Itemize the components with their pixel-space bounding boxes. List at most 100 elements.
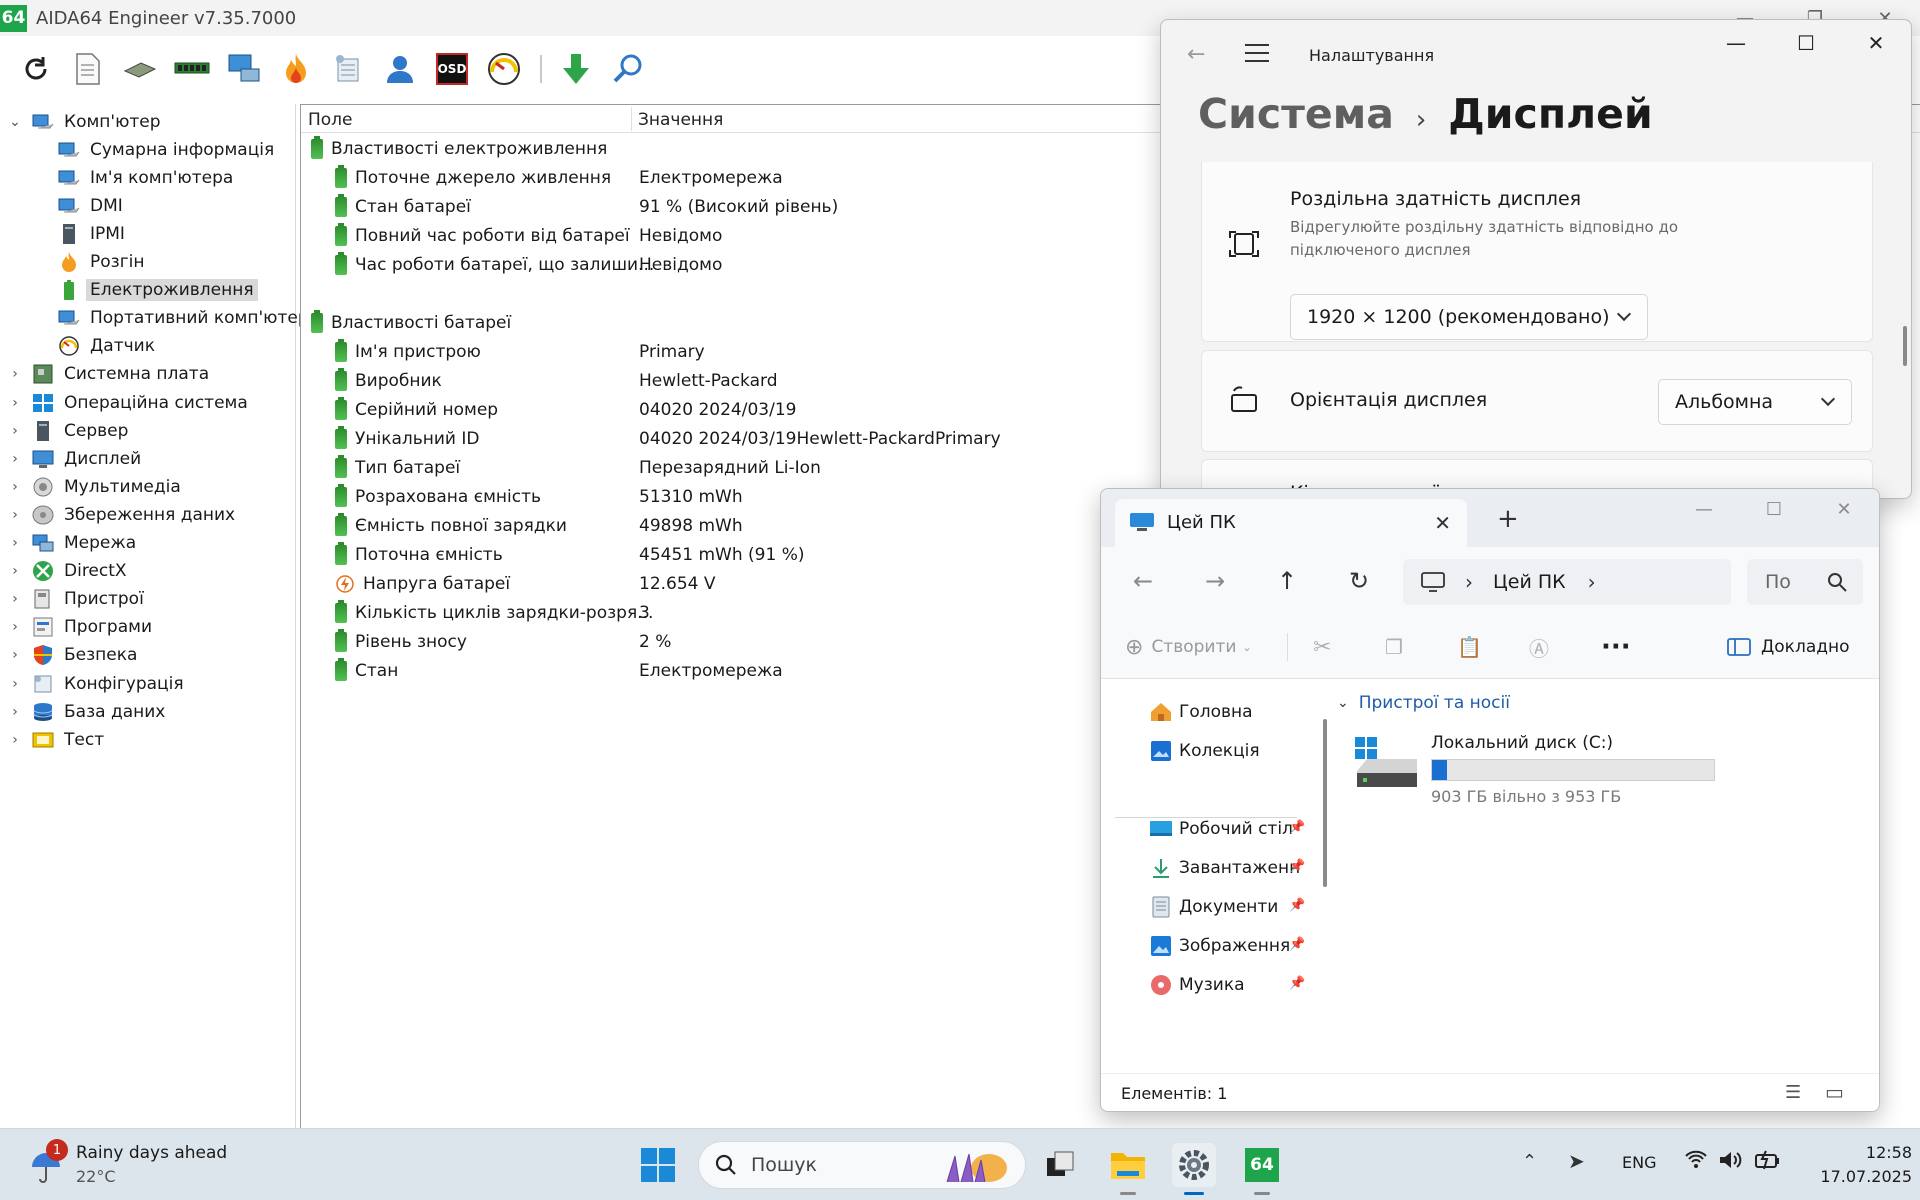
chevron-right-icon[interactable]: › bbox=[8, 507, 22, 523]
paste-icon[interactable]: 📋 bbox=[1457, 633, 1482, 661]
nav-item[interactable]: Робочий стіл bbox=[1149, 814, 1293, 844]
tree-item[interactable]: › Збереження даних bbox=[8, 501, 239, 528]
tree-item[interactable]: › Пристрої bbox=[8, 586, 148, 613]
column-separator[interactable] bbox=[631, 107, 632, 131]
location-icon[interactable]: ➤ bbox=[1568, 1149, 1585, 1173]
list-row[interactable]: Поточна ємність bbox=[335, 541, 503, 569]
tree-item[interactable]: › Мережа bbox=[8, 530, 140, 557]
list-row[interactable]: Стан батареї bbox=[335, 193, 471, 221]
chevron-right-icon[interactable]: › bbox=[8, 563, 22, 579]
explorer-tab[interactable]: Цей ПК ✕ bbox=[1115, 499, 1467, 547]
chevron-up-icon[interactable]: ⌃ bbox=[1522, 1151, 1537, 1172]
list-row[interactable]: Кількість циклів зарядки-розря... bbox=[335, 599, 653, 627]
tree-item[interactable]: Електроживлення bbox=[58, 277, 258, 304]
start-button[interactable] bbox=[636, 1143, 680, 1187]
maximize-button[interactable]: ☐ bbox=[1739, 489, 1809, 529]
forward-arrow-icon[interactable]: → bbox=[1201, 567, 1229, 595]
aida64-taskbar-button[interactable]: 64 bbox=[1240, 1143, 1284, 1195]
list-row[interactable]: Тип батареї bbox=[335, 454, 460, 482]
tree-item[interactable]: › Безпека bbox=[8, 642, 141, 669]
list-row[interactable]: Виробник bbox=[335, 367, 442, 395]
report-icon[interactable] bbox=[68, 49, 108, 89]
pin-icon[interactable]: 📌 bbox=[1289, 820, 1305, 835]
hamburger-menu-icon[interactable] bbox=[1245, 44, 1269, 64]
maximize-button[interactable]: ☐ bbox=[1771, 20, 1841, 66]
nav-item[interactable]: Документи bbox=[1149, 892, 1278, 922]
new-tab-button[interactable]: + bbox=[1497, 506, 1519, 532]
pin-icon[interactable]: 📌 bbox=[1289, 937, 1305, 952]
chevron-right-icon[interactable]: › bbox=[8, 676, 22, 692]
tree-item[interactable]: › Операційна система bbox=[8, 389, 252, 416]
tree-item[interactable]: Датчик bbox=[58, 333, 159, 360]
tree-item[interactable]: › Сервер bbox=[8, 417, 132, 444]
tree-item[interactable]: › Тест bbox=[8, 726, 108, 753]
search-box[interactable]: По bbox=[1747, 559, 1863, 605]
tree-item[interactable]: ⌄ Комп'ютер bbox=[8, 108, 165, 135]
tools-icon[interactable] bbox=[328, 49, 368, 89]
chevron-right-icon[interactable]: › bbox=[8, 395, 22, 411]
chevron-right-icon[interactable]: › bbox=[8, 704, 22, 720]
tree-item[interactable]: DMI bbox=[58, 192, 127, 219]
tree-item[interactable]: Портативний комп'ютер bbox=[58, 305, 313, 332]
nav-item[interactable]: Музика bbox=[1149, 970, 1245, 1000]
cut-icon[interactable]: ✂ bbox=[1313, 633, 1331, 661]
back-arrow-icon[interactable]: ← bbox=[1129, 567, 1157, 595]
chevron-right-icon[interactable]: › bbox=[8, 535, 22, 551]
rename-icon[interactable]: Ⓐ bbox=[1529, 633, 1549, 661]
chevron-right-icon[interactable]: › bbox=[8, 619, 22, 635]
close-tab-icon[interactable]: ✕ bbox=[1434, 511, 1451, 535]
tree-item[interactable]: › Дисплей bbox=[8, 445, 145, 472]
column-header-field[interactable]: Поле bbox=[308, 110, 353, 130]
flame-icon[interactable] bbox=[276, 49, 316, 89]
volume-icon[interactable] bbox=[1718, 1149, 1742, 1176]
address-current[interactable]: Цей ПК bbox=[1493, 571, 1566, 593]
motherboard-icon[interactable] bbox=[120, 49, 160, 89]
task-view-button[interactable] bbox=[1038, 1143, 1082, 1187]
list-row[interactable]: Розрахована ємність bbox=[335, 483, 541, 511]
download-icon[interactable] bbox=[556, 49, 596, 89]
gauge-icon[interactable] bbox=[484, 49, 524, 89]
battery-charging-icon[interactable] bbox=[1754, 1149, 1784, 1176]
clock[interactable]: 12:58 17.07.2025 bbox=[1802, 1141, 1912, 1189]
wifi-icon[interactable] bbox=[1684, 1149, 1708, 1174]
orientation-dropdown[interactable]: Альбомна bbox=[1658, 379, 1852, 425]
tree-item[interactable]: Сумарна інформація bbox=[58, 136, 278, 163]
chevron-right-icon[interactable]: › bbox=[1588, 570, 1596, 594]
tiles-view-icon[interactable]: ▭ bbox=[1825, 1080, 1844, 1104]
devices-section-header[interactable]: ⌄ Пристрої та носії bbox=[1337, 693, 1510, 713]
details-button[interactable]: Докладно bbox=[1727, 633, 1850, 661]
input-language[interactable]: ENG bbox=[1622, 1153, 1656, 1172]
search-icon[interactable] bbox=[608, 49, 648, 89]
minimize-button[interactable]: — bbox=[1669, 489, 1739, 529]
nav-item[interactable]: Колекція bbox=[1149, 736, 1260, 766]
tree-item[interactable]: IPMI bbox=[58, 220, 129, 247]
tree-item[interactable]: › DirectX bbox=[8, 558, 131, 585]
tree-item[interactable]: › Мультимедіа bbox=[8, 473, 185, 500]
resolution-dropdown[interactable]: 1920 × 1200 (рекомендовано) bbox=[1290, 294, 1648, 340]
tree-item[interactable]: › Системна плата bbox=[8, 361, 213, 388]
copy-icon[interactable]: ❐ bbox=[1385, 633, 1403, 661]
chevron-right-icon[interactable]: › bbox=[8, 591, 22, 607]
list-row[interactable]: Напруга батареї bbox=[335, 570, 510, 598]
chevron-right-icon[interactable]: › bbox=[8, 366, 22, 382]
list-row[interactable]: Час роботи батареї, що залиши... bbox=[335, 251, 654, 279]
memory-icon[interactable] bbox=[172, 49, 212, 89]
nav-item[interactable]: Зображення bbox=[1149, 931, 1290, 961]
list-row[interactable]: Поточне джерело живлення bbox=[335, 164, 611, 192]
pin-icon[interactable]: 📌 bbox=[1289, 898, 1305, 913]
breadcrumb-parent[interactable]: Система bbox=[1198, 90, 1394, 138]
column-header-value[interactable]: Значення bbox=[638, 110, 723, 130]
file-explorer-taskbar-button[interactable] bbox=[1106, 1143, 1150, 1195]
chevron-right-icon[interactable]: › bbox=[8, 647, 22, 663]
pin-icon[interactable]: 📌 bbox=[1289, 976, 1305, 991]
list-row[interactable]: Унікальний ID bbox=[335, 425, 480, 453]
refresh-icon[interactable] bbox=[16, 49, 56, 89]
list-group-header[interactable]: Властивості електроживлення bbox=[311, 135, 607, 163]
taskbar-search[interactable]: Пошук bbox=[698, 1141, 1026, 1189]
chevron-right-icon[interactable]: › bbox=[8, 732, 22, 748]
nav-item[interactable]: Завантаженн bbox=[1149, 853, 1300, 883]
pin-icon[interactable]: 📌 bbox=[1289, 859, 1305, 874]
list-row[interactable]: Повний час роботи від батареї bbox=[335, 222, 630, 250]
list-row[interactable]: Серійний номер bbox=[335, 396, 498, 424]
user-icon[interactable] bbox=[380, 49, 420, 89]
